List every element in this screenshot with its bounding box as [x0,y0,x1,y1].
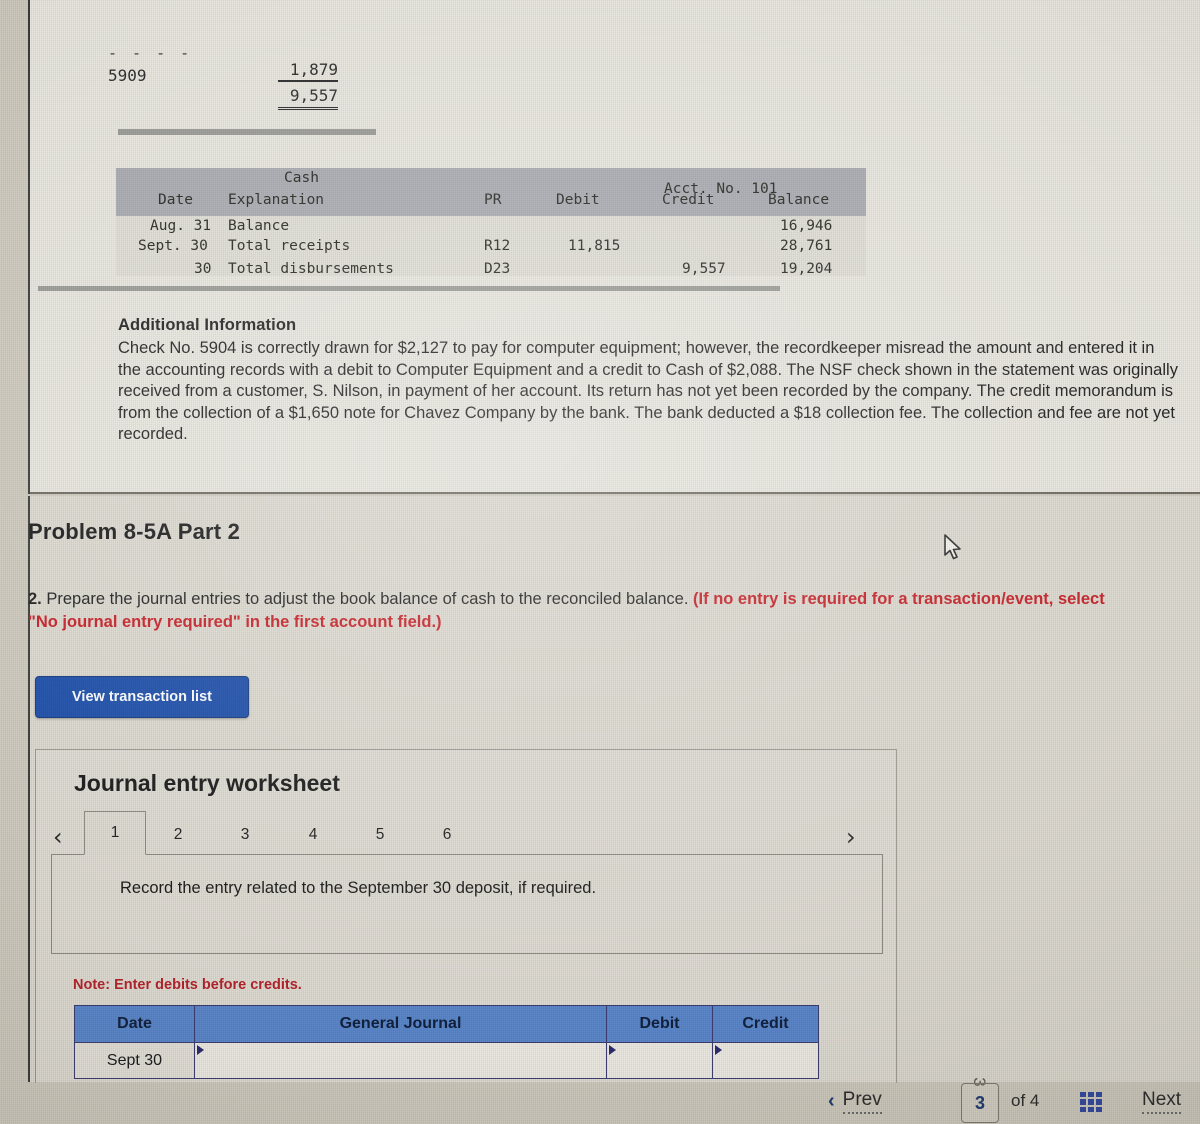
journal-cell-debit-field[interactable] [606,1042,713,1079]
prev-button[interactable]: ‹ Prev [828,1089,882,1114]
ledger-col-date: Date [158,192,193,208]
table-row: Aug. 31 [150,218,212,234]
view-transaction-list-label: View transaction list [72,689,212,705]
chevron-left-icon: ‹ [828,1090,835,1112]
page-number-input[interactable]: 3 [961,1083,999,1123]
grid-cell [1080,1092,1086,1098]
worksheet-tab-2[interactable]: 2 [147,815,209,855]
journal-cell-account-field[interactable] [194,1042,607,1079]
worksheet-tab-1[interactable]: 1 [84,811,146,855]
table-row: 9,557 [682,261,726,277]
journal-entry-worksheet-card: Journal entry worksheet ‹ 1 2 3 4 5 6 › … [35,749,897,1083]
check-amounts-block: 1,879 9,557 [278,60,338,110]
worksheet-tab-4[interactable]: 4 [282,815,344,855]
grid-cell [1088,1106,1094,1112]
dropdown-caret-icon [609,1045,616,1055]
worksheet-prev-arrow[interactable]: ‹ [53,823,63,851]
ledger-col-debit: Debit [556,192,600,208]
journal-col-general-journal: General Journal [194,1005,607,1043]
grid-cell [1088,1099,1094,1105]
journal-cell-credit-field[interactable] [712,1042,819,1079]
question-number: 2. [28,590,42,608]
bottom-navigation-bar: ‹ Prev 3 3 of 4 Next [0,1077,1200,1124]
ledger-body: Aug. 31 Balance 16,946 Sept. 30 Total re… [116,216,866,277]
amount-subtotal: 1,879 [278,60,338,82]
table-row: 28,761 [780,238,833,254]
grid-cell [1096,1099,1102,1105]
worksheet-tab-5[interactable]: 5 [349,815,411,855]
table-row: 30 [194,261,212,277]
worksheet-tab-strip: ‹ 1 2 3 4 5 6 › [51,811,883,855]
table-row: Sept. 30 [138,238,208,254]
ledger-data-rows: Aug. 31 Balance 16,946 Sept. 30 Total re… [116,216,866,277]
table-row: 16,946 [780,218,833,234]
question-text: 2. Prepare the journal entries to adjust… [28,588,1138,634]
table-row: Balance [228,218,290,234]
worksheet-next-arrow[interactable]: › [846,823,856,851]
journal-col-credit: Credit [712,1005,819,1043]
view-transaction-list-button[interactable]: View transaction list [35,676,249,718]
grid-cell [1088,1092,1094,1098]
ledger-header-row: Cash Acct. No. 101 Date Explanation PR D… [116,168,866,216]
worksheet-prompt-panel: Record the entry related to the Septembe… [51,855,883,954]
ledger-title: Cash [284,170,319,186]
journal-col-debit: Debit [606,1005,713,1043]
check-number: 5909 [108,66,147,85]
journal-col-date: Date [74,1005,195,1043]
ledger-bottom-rule [38,286,780,291]
additional-information-title: Additional Information [118,316,297,334]
grid-view-icon[interactable] [1080,1092,1102,1112]
worksheet-prompt-text: Record the entry related to the Septembe… [120,879,597,897]
prev-button-label: Prev [842,1089,882,1114]
grid-cell [1096,1106,1102,1112]
table-row: 11,815 [568,238,621,254]
next-button[interactable]: Next [1142,1089,1182,1114]
journal-cell-date: Sept 30 [74,1042,195,1079]
grid-cell [1096,1092,1102,1098]
dropdown-caret-icon [197,1045,204,1055]
dashes-separator: - - - - [108,44,193,62]
cash-ledger-table: Cash Acct. No. 101 Date Explanation PR D… [116,168,866,277]
upper-content-panel: - - - - 5909 1,879 9,557 Cash Acct. No. … [28,0,1200,494]
worksheet-tab-6[interactable]: 6 [416,815,478,855]
ledger-col-credit: Credit [662,192,715,208]
dropdown-caret-icon [715,1045,722,1055]
ledger-col-balance: Balance [768,192,830,208]
amount-total: 9,557 [278,86,338,110]
page-number-value: 3 [974,1092,985,1113]
additional-information-section: Additional Information Check No. 5904 is… [118,316,1178,446]
table-row: R12 [484,238,511,254]
table-row: 19,204 [780,261,833,277]
additional-information-body: Check No. 5904 is correctly drawn for $2… [118,339,1178,443]
ledger-col-pr: PR [484,192,502,208]
table-row: D23 [484,261,511,277]
page-count-label: of 4 [1011,1091,1040,1110]
worksheet-tab-3[interactable]: 3 [214,815,276,855]
journal-entry-table: Date General Journal Debit Credit Sept 3… [74,1005,819,1079]
table-row: Total disbursements [228,261,394,277]
table-row: Total receipts [228,238,351,254]
worksheet-note: Note: Enter debits before credits. [73,977,302,993]
ledger-col-explanation: Explanation [228,192,325,208]
page-title: Problem 8-5A Part 2 [28,519,241,544]
grid-cell [1080,1106,1086,1112]
question-body: Prepare the journal entries to adjust th… [41,590,694,608]
horizontal-rule [118,129,376,135]
grid-cell [1080,1099,1086,1105]
check-summary-block: - - - - 5909 [108,44,193,86]
table-row: Sept 30 [74,1042,819,1079]
worksheet-title: Journal entry worksheet [74,770,340,796]
journal-table-header-row: Date General Journal Debit Credit [74,1005,819,1043]
